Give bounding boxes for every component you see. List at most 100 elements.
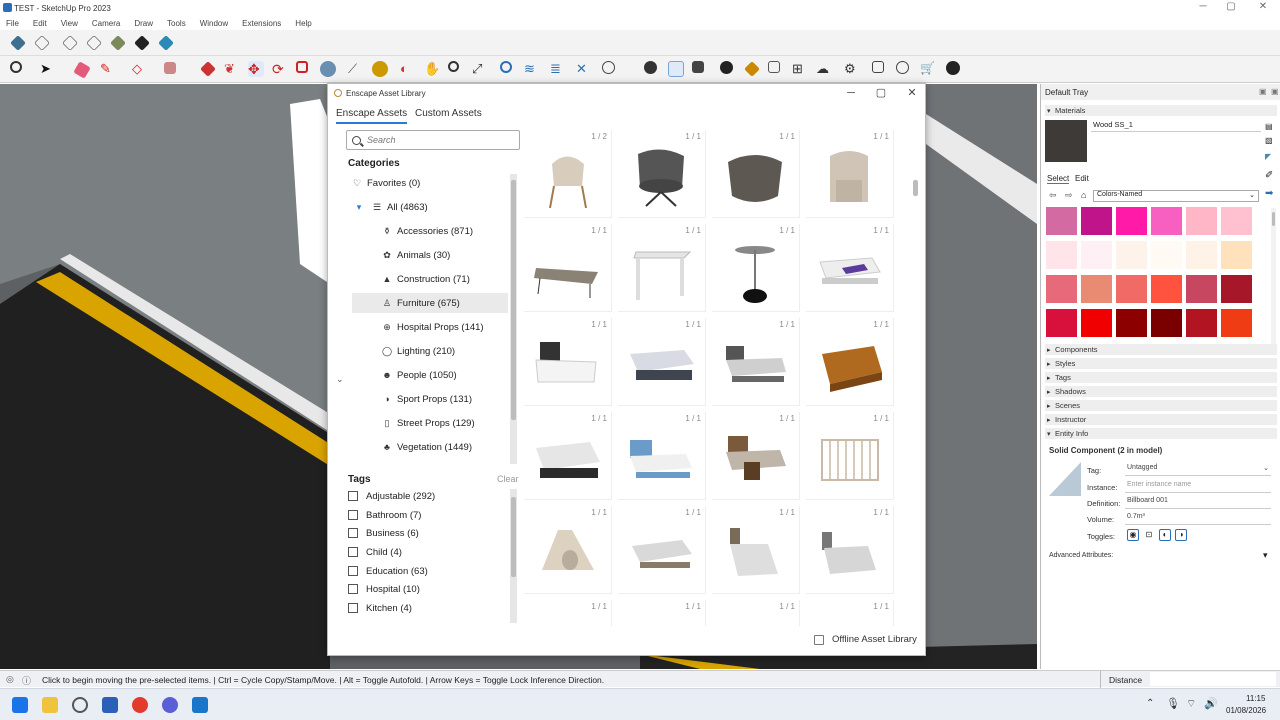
lock-toggle-icon[interactable]: ⊡	[1143, 529, 1155, 541]
tag-bathroom[interactable]: Bathroom (7)	[348, 507, 421, 523]
cast-shadow-toggle-icon[interactable]: ◐	[1159, 529, 1171, 541]
asset-card-daybed[interactable]: 1 / 1	[524, 224, 612, 312]
volume-icon[interactable]: 🔊	[1204, 697, 1218, 710]
color-swatch[interactable]	[1150, 240, 1183, 270]
color-swatch[interactable]	[1220, 274, 1253, 304]
asset-card-armchair-beige[interactable]: 1 / 1	[806, 130, 894, 218]
file-explorer-icon[interactable]	[42, 697, 58, 713]
paint-icon[interactable]	[372, 61, 388, 77]
scenes-section[interactable]: Scenes	[1045, 400, 1277, 412]
settings-gear-icon[interactable]: ⚙	[844, 61, 860, 77]
iso-view-icon[interactable]	[10, 35, 26, 51]
instructor-section[interactable]: Instructor	[1045, 414, 1277, 426]
instance-input[interactable]: Enter instance name	[1125, 481, 1271, 493]
eyedropper-icon[interactable]: ✐	[1265, 170, 1273, 181]
tray-close-icon[interactable]: ▣	[1271, 87, 1279, 96]
bottom-view-icon[interactable]	[158, 35, 174, 51]
profile-icon[interactable]	[602, 61, 615, 74]
menu-draw[interactable]: Draw	[134, 19, 153, 28]
move-icon[interactable]: ✥	[248, 61, 264, 77]
color-swatch[interactable]	[1220, 240, 1253, 270]
menu-camera[interactable]: Camera	[92, 19, 120, 28]
measurements-input[interactable]	[1150, 672, 1276, 686]
asset-card-chair-wood[interactable]: 1 / 2	[524, 130, 612, 218]
asset-card-bed-simple[interactable]: 1 / 1	[806, 506, 894, 594]
tag-kitchen[interactable]: Kitchen (4)	[348, 600, 412, 616]
shape-icon[interactable]: ◇	[132, 61, 148, 77]
asset-card-row6-3[interactable]: 1 / 1	[712, 600, 800, 626]
color-swatch[interactable]	[1220, 308, 1253, 338]
clock-time[interactable]: 11:15	[1246, 694, 1265, 703]
app-icon[interactable]	[72, 697, 88, 713]
asset-card-bar-table[interactable]: 1 / 1	[712, 224, 800, 312]
asset-card-row6-1[interactable]: 1 / 1	[524, 600, 612, 626]
category-furniture[interactable]: ♙ Furniture (675)	[352, 293, 508, 313]
search-input[interactable]	[367, 135, 507, 145]
color-swatch[interactable]	[1220, 206, 1253, 236]
tags-section[interactable]: Tags	[1045, 372, 1277, 384]
panel-collapse-icon[interactable]: ⌄	[336, 374, 344, 385]
default-material-icon[interactable]: ◤	[1265, 152, 1271, 161]
tag-hospital[interactable]: Hospital (10)	[348, 581, 420, 597]
ies-icon[interactable]	[768, 61, 780, 73]
color-swatch[interactable]	[1185, 240, 1218, 270]
color-swatch[interactable]	[1150, 206, 1183, 236]
asset-card-bed-brown[interactable]: 1 / 1	[806, 318, 894, 406]
color-swatch[interactable]	[1185, 274, 1218, 304]
zoom-extents-icon[interactable]: ⤢	[472, 61, 488, 77]
app-icon[interactable]	[162, 697, 178, 713]
front-view-icon[interactable]	[62, 35, 78, 51]
network-icon[interactable]: ⌔	[1186, 697, 1196, 711]
add-icon[interactable]	[720, 61, 733, 74]
capture-icon[interactable]	[692, 61, 704, 73]
enscape-views-icon[interactable]: ≣	[550, 61, 566, 77]
tab-custom-assets[interactable]: Custom Assets	[415, 108, 482, 122]
info-icon[interactable]: ⓘ	[22, 674, 31, 687]
category-favorites[interactable]: ♡ Favorites (0)	[352, 173, 508, 193]
asset-card-row6-2[interactable]: 1 / 1	[618, 600, 706, 626]
tab-enscape-assets[interactable]: Enscape Assets	[336, 108, 408, 124]
checkbox[interactable]	[348, 510, 358, 520]
asset-card-tent-bed[interactable]: 1 / 1	[524, 506, 612, 594]
checkbox[interactable]	[348, 491, 358, 501]
cloud-icon[interactable]: ☁	[816, 61, 832, 77]
material-library-select[interactable]: Colors-Named ⌄	[1093, 190, 1259, 202]
color-swatch[interactable]	[1080, 206, 1113, 236]
back-view-icon[interactable]	[110, 35, 126, 51]
search-box[interactable]	[346, 130, 520, 150]
color-swatch[interactable]	[1115, 240, 1148, 270]
categories-scrollbar[interactable]	[510, 174, 517, 464]
zoom-icon[interactable]	[10, 61, 22, 73]
tag-child[interactable]: Child (4)	[348, 544, 402, 560]
asset-card-row6-4[interactable]: 1 / 1	[806, 600, 894, 626]
sketchup-taskbar-icon[interactable]	[192, 697, 208, 713]
color-swatch[interactable]	[1080, 240, 1113, 270]
menu-help[interactable]: Help	[295, 19, 311, 28]
asset-card-pouf[interactable]: 1 / 1	[712, 130, 800, 218]
color-swatch[interactable]	[1045, 240, 1078, 270]
asset-card-bed-rustic[interactable]: 1 / 1	[712, 412, 800, 500]
enscape-settings-icon[interactable]: ✕	[576, 61, 592, 77]
checkbox[interactable]	[348, 584, 358, 594]
followme-icon[interactable]: ❦	[224, 61, 240, 77]
left-view-icon[interactable]	[134, 35, 150, 51]
checkbox[interactable]	[348, 547, 358, 557]
grid-icon[interactable]: ⊞	[792, 61, 808, 77]
pencil-icon[interactable]: ✎	[100, 61, 116, 77]
dialog-minimize-button[interactable]: ─	[843, 86, 859, 100]
checkbox[interactable]	[814, 634, 824, 645]
asset-library-icon[interactable]	[644, 61, 657, 74]
color-swatch[interactable]	[1115, 274, 1148, 304]
visible-toggle-icon[interactable]: ◉	[1127, 529, 1139, 541]
checkbox[interactable]	[348, 528, 358, 538]
cart-icon[interactable]: 🛒	[920, 61, 936, 77]
materials-section[interactable]: Materials	[1045, 105, 1277, 117]
asset-card-lounge-chair[interactable]: 1 / 1	[618, 130, 706, 218]
tag-education[interactable]: Education (63)	[348, 563, 428, 579]
asset-card-bed-low[interactable]: 1 / 1	[618, 506, 706, 594]
asset-card-bed-single[interactable]: 1 / 1	[712, 506, 800, 594]
enscape-sync-icon[interactable]: ≋	[524, 61, 540, 77]
tag-adjustable[interactable]: Adjustable (292)	[348, 488, 435, 504]
asset-card-bed-grey-tufted[interactable]: 1 / 1	[524, 412, 612, 500]
menu-window[interactable]: Window	[200, 19, 228, 28]
